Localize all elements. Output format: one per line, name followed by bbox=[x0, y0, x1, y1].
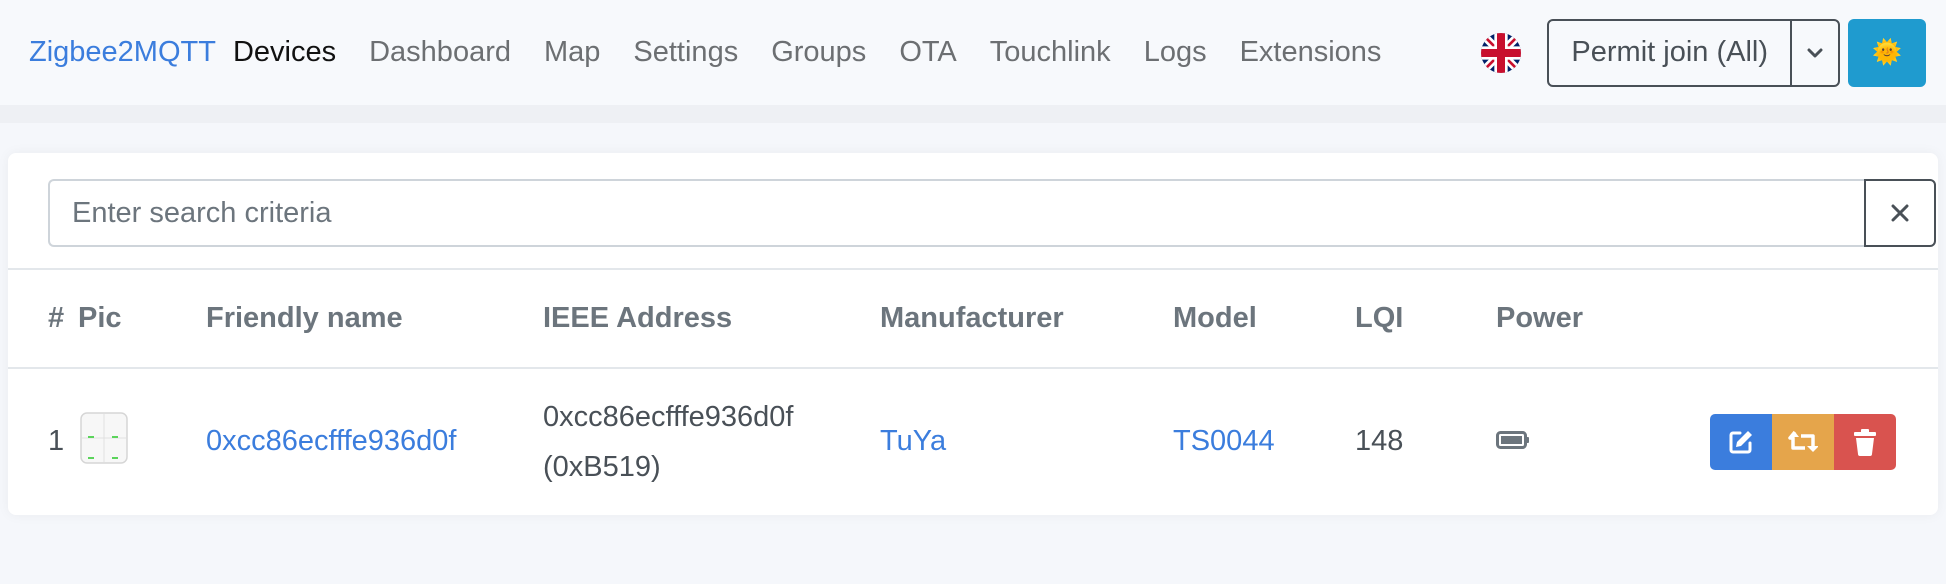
row-model-cell: TS0044 bbox=[1173, 368, 1355, 514]
clear-search-button[interactable] bbox=[1864, 179, 1936, 247]
row-friendly-name-cell: 0xcc86ecfffe936d0f bbox=[206, 368, 543, 514]
table-row: 1 0xcc86ecfffe936d0f 0xcc86ecfffe936d0f … bbox=[8, 368, 1938, 514]
permit-join-dropdown-toggle[interactable] bbox=[1792, 21, 1838, 85]
delete-device-button[interactable] bbox=[1834, 413, 1896, 470]
col-friendly-name[interactable]: Friendly name bbox=[206, 270, 543, 369]
row-actions-cell bbox=[1656, 368, 1938, 514]
col-model[interactable]: Model bbox=[1173, 270, 1355, 369]
row-index: 1 bbox=[48, 425, 65, 457]
row-power-cell bbox=[1496, 368, 1656, 514]
manufacturer-link[interactable]: TuYa bbox=[880, 425, 946, 457]
brand-link[interactable]: Zigbee2MQTT bbox=[29, 36, 216, 69]
sun-icon: 🌞 bbox=[1872, 39, 1902, 66]
nav-ota[interactable]: OTA bbox=[899, 36, 956, 69]
col-ieee-address[interactable]: IEEE Address bbox=[543, 270, 880, 369]
edit-icon bbox=[1729, 430, 1752, 453]
device-image[interactable] bbox=[78, 410, 130, 466]
edit-device-button[interactable] bbox=[1710, 413, 1772, 470]
col-pic: Pic bbox=[78, 270, 206, 369]
header-divider bbox=[0, 105, 1946, 123]
row-manufacturer-cell: TuYa bbox=[880, 368, 1173, 514]
theme-toggle-button[interactable]: 🌞 bbox=[1848, 18, 1926, 87]
row-ieee-address-cell: 0xcc86ecfffe936d0f (0xB519) bbox=[543, 368, 880, 514]
friendly-name-link[interactable]: 0xcc86ecfffe936d0f bbox=[206, 425, 456, 457]
battery-icon[interactable] bbox=[1496, 430, 1530, 450]
col-index[interactable]: # bbox=[8, 270, 78, 369]
model-link[interactable]: TS0044 bbox=[1173, 425, 1275, 457]
permit-join-button[interactable]: Permit join (All) bbox=[1549, 20, 1792, 85]
nav-map[interactable]: Map bbox=[544, 36, 600, 69]
top-navbar: Zigbee2MQTT Devices Dashboard Map Settin… bbox=[0, 0, 1946, 105]
retweet-icon bbox=[1788, 430, 1818, 452]
chevron-down-icon bbox=[1807, 48, 1823, 57]
devices-table: # Pic Friendly name IEEE Address Manufac… bbox=[8, 270, 1938, 514]
col-actions bbox=[1656, 270, 1938, 369]
search-input[interactable] bbox=[48, 179, 1864, 247]
col-manufacturer[interactable]: Manufacturer bbox=[880, 270, 1173, 369]
nav-touchlink[interactable]: Touchlink bbox=[990, 36, 1111, 69]
network-address: (0xB519) bbox=[543, 450, 661, 483]
nav-groups[interactable]: Groups bbox=[771, 36, 866, 69]
permit-join-group: Permit join (All) bbox=[1547, 18, 1840, 87]
trash-icon bbox=[1854, 428, 1876, 456]
col-lqi[interactable]: LQI bbox=[1355, 270, 1496, 369]
table-header-row: # Pic Friendly name IEEE Address Manufac… bbox=[8, 270, 1938, 369]
nav-devices[interactable]: Devices bbox=[233, 36, 336, 69]
nav-settings[interactable]: Settings bbox=[633, 36, 738, 69]
nav-extensions[interactable]: Extensions bbox=[1240, 36, 1382, 69]
rename-device-button[interactable] bbox=[1772, 413, 1834, 470]
nav-logs[interactable]: Logs bbox=[1144, 36, 1207, 69]
nav-dashboard[interactable]: Dashboard bbox=[369, 36, 511, 69]
row-pic-cell bbox=[78, 368, 206, 514]
close-icon bbox=[1891, 204, 1909, 222]
uk-flag-icon[interactable] bbox=[1481, 32, 1522, 73]
row-lqi: 148 bbox=[1355, 425, 1404, 457]
row-actions bbox=[1656, 413, 1938, 470]
ieee-address: 0xcc86ecfffe936d0f bbox=[543, 400, 794, 433]
col-power[interactable]: Power bbox=[1496, 270, 1656, 369]
search-row bbox=[8, 153, 1938, 270]
devices-card: # Pic Friendly name IEEE Address Manufac… bbox=[8, 153, 1938, 515]
